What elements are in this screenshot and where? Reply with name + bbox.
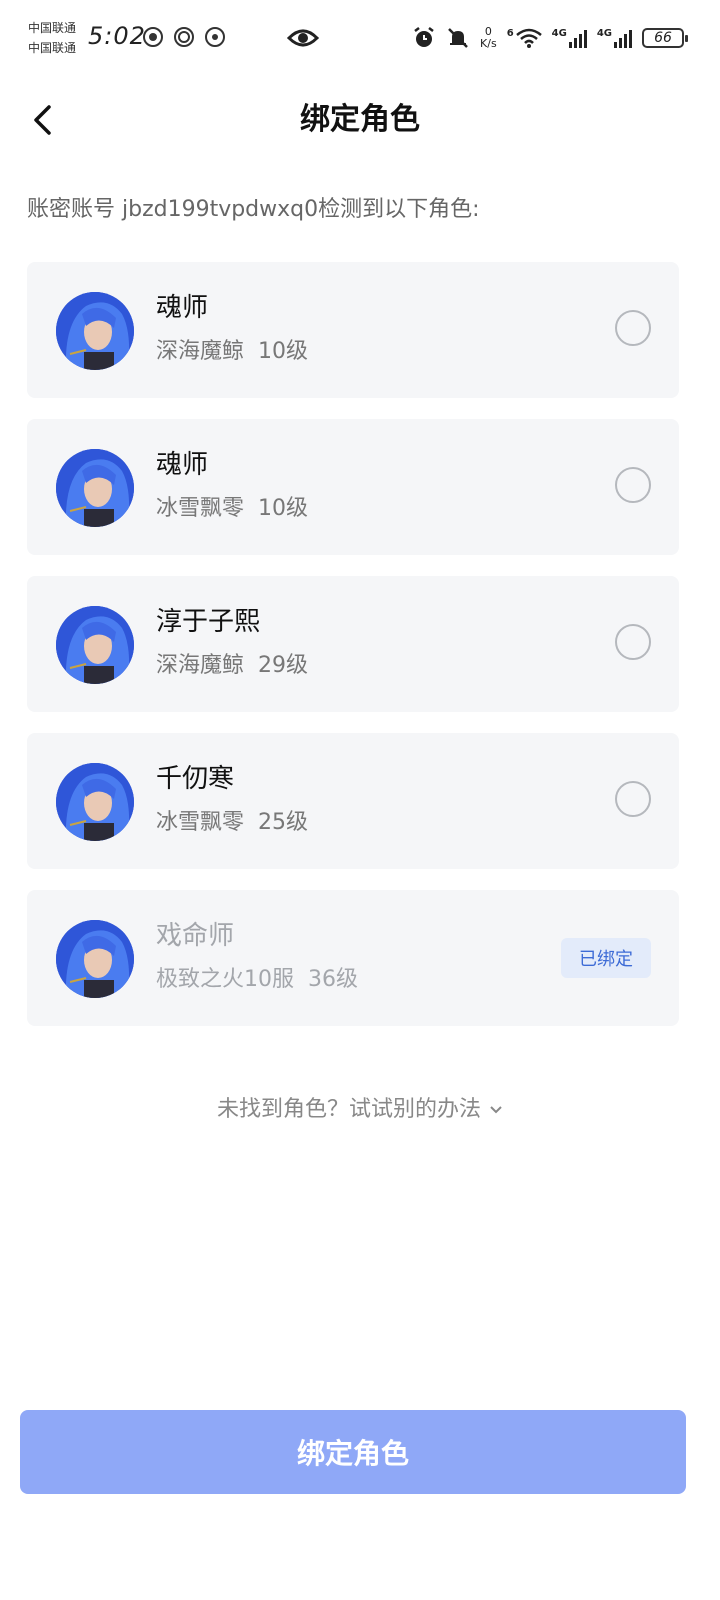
role-card-bound: 戏命师 极致之火10服 36级 已绑定 xyxy=(27,890,679,1026)
speed-unit: K/s xyxy=(480,37,497,50)
role-info: 冰雪飘零 10级 xyxy=(156,493,308,525)
header: 绑定角色 xyxy=(0,80,720,160)
role-card[interactable]: 千仞寒 冰雪飘零 25级 xyxy=(27,733,679,869)
character-portrait xyxy=(56,292,134,370)
role-info: 深海魔鲸 29级 xyxy=(156,650,308,682)
role-avatar xyxy=(56,449,134,527)
role-name: 戏命师 xyxy=(156,921,235,951)
wifi-icon xyxy=(515,28,542,48)
role-server: 深海魔鲸 xyxy=(156,339,245,364)
chevron-down-icon xyxy=(490,1106,502,1114)
carrier-2: 中国联通 xyxy=(28,41,77,55)
role-name: 淳于子熙 xyxy=(156,607,261,637)
network-type-2: 4G xyxy=(596,28,612,39)
role-card[interactable]: 魂师 深海魔鲸 10级 xyxy=(27,262,679,398)
role-radio[interactable] xyxy=(615,624,651,660)
character-portrait xyxy=(56,920,134,998)
app-notification-icon xyxy=(174,27,194,47)
character-portrait xyxy=(56,449,134,527)
network-type-1: 4G xyxy=(551,28,567,39)
status-indicators: 0 K/s 6 4G 4G 66 xyxy=(412,20,688,56)
alarm-icon xyxy=(414,27,434,47)
role-list: 魂师 深海魔鲸 10级 魂师 冰雪飘零 10级 淳于子熙 深海魔鲸 29级 千仞寒 冰… xyxy=(27,262,679,1047)
role-radio[interactable] xyxy=(615,781,651,817)
role-avatar xyxy=(56,292,134,370)
cellular-signal-1: 4G xyxy=(552,28,587,48)
role-level: 25级 xyxy=(258,810,309,835)
cellular-signal-2: 4G xyxy=(597,28,632,48)
bind-role-button[interactable]: 绑定角色 xyxy=(20,1410,686,1494)
app-notification-icon xyxy=(143,27,163,47)
role-server: 深海魔鲸 xyxy=(156,653,245,678)
role-avatar xyxy=(56,606,134,684)
app-notification-icon xyxy=(205,27,225,47)
battery-level: 66 xyxy=(654,30,672,46)
role-card[interactable]: 淳于子熙 深海魔鲸 29级 xyxy=(27,576,679,712)
clock: 5:02 xyxy=(88,22,146,50)
wifi-label: 6 xyxy=(506,28,514,39)
role-level: 10级 xyxy=(258,339,309,364)
character-portrait xyxy=(56,763,134,841)
role-level: 29级 xyxy=(258,653,309,678)
bound-badge: 已绑定 xyxy=(561,938,651,978)
signal-bars-icon xyxy=(568,28,587,48)
wifi-indicator: 6 xyxy=(507,28,542,48)
page-title: 绑定角色 xyxy=(300,102,420,137)
role-radio[interactable] xyxy=(615,467,651,503)
role-info: 深海魔鲸 10级 xyxy=(156,336,308,368)
account-detected-text: 账密账号 jbzd199tvpdwxq0检测到以下角色: xyxy=(27,197,480,222)
status-bar: 中国联通 中国联通 5:02 0 K/s 6 4G 4G 66 xyxy=(0,0,720,76)
signal-bars-icon xyxy=(614,28,632,48)
role-radio[interactable] xyxy=(615,310,651,346)
role-avatar xyxy=(56,920,134,998)
alt-link-label: 未找到角色？试试别的办法 xyxy=(216,1097,481,1122)
role-server: 冰雪飘零 xyxy=(156,496,245,521)
role-info: 冰雪飘零 25级 xyxy=(156,807,308,839)
role-level: 36级 xyxy=(308,967,358,992)
role-avatar xyxy=(56,763,134,841)
role-info: 极致之火10服 36级 xyxy=(156,964,358,996)
role-level: 10级 xyxy=(258,496,309,521)
role-name: 千仞寒 xyxy=(156,764,235,794)
carrier-labels: 中国联通 中国联通 xyxy=(28,18,76,58)
battery-icon: 66 xyxy=(642,28,688,48)
network-speed: 0 K/s xyxy=(480,26,497,50)
role-server: 冰雪飘零 xyxy=(156,810,245,835)
character-portrait xyxy=(56,606,134,684)
role-name: 魂师 xyxy=(156,450,209,480)
mute-bell-icon xyxy=(448,28,468,48)
eye-icon xyxy=(287,29,319,47)
role-name: 魂师 xyxy=(156,293,209,323)
role-server: 极致之火10服 xyxy=(156,967,294,992)
role-card[interactable]: 魂师 冰雪飘零 10级 xyxy=(27,419,679,555)
try-other-method-link[interactable]: 未找到角色？试试别的办法 xyxy=(0,1090,720,1130)
carrier-1: 中国联通 xyxy=(28,21,77,35)
